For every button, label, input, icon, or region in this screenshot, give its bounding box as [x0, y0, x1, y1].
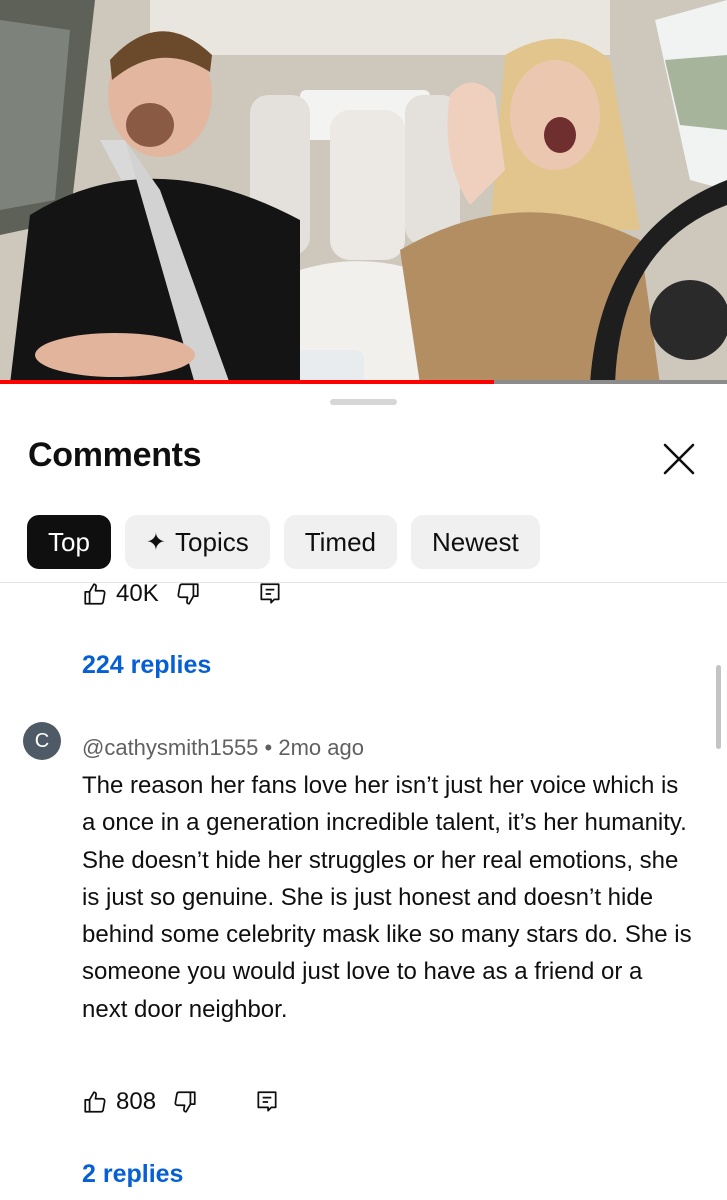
chip-top[interactable]: Top: [27, 515, 111, 569]
chip-topics[interactable]: ✦ Topics: [124, 515, 270, 569]
close-button[interactable]: [656, 436, 702, 482]
chip-newest-label: Newest: [432, 526, 519, 557]
comment-time: 2mo ago: [278, 735, 364, 760]
reply-icon[interactable]: [257, 583, 283, 607]
reply-icon[interactable]: [254, 1089, 280, 1115]
comments-sheet: Comments Top ✦ Topics Timed Newest 40K 2…: [0, 384, 727, 1200]
drag-handle[interactable]: [330, 399, 397, 405]
like-icon[interactable]: [82, 583, 108, 607]
comments-list[interactable]: 40K 224 replies C @cathysmith1555 • 2mo …: [0, 583, 727, 1200]
sort-chips: Top ✦ Topics Timed Newest: [27, 515, 540, 569]
meta-separator: •: [264, 735, 273, 760]
avatar[interactable]: C: [23, 722, 61, 760]
like-icon[interactable]: [82, 1089, 108, 1115]
comment-like-count: 808: [116, 1088, 157, 1115]
comment-replies-link[interactable]: 2 replies: [82, 1160, 183, 1189]
dislike-icon[interactable]: [175, 583, 201, 607]
comment-author[interactable]: @cathysmith1555: [82, 735, 258, 760]
previous-like-count: 40K: [116, 583, 159, 607]
chip-topics-label: Topics: [175, 526, 249, 557]
scrollbar[interactable]: [716, 665, 721, 749]
comments-title: Comments: [28, 436, 202, 474]
close-icon: [663, 443, 695, 475]
chip-newest[interactable]: Newest: [411, 515, 540, 569]
video-player[interactable]: [0, 0, 727, 384]
previous-comment-actions: 40K: [82, 583, 283, 608]
previous-replies-link[interactable]: 224 replies: [82, 651, 211, 680]
video-frame: [0, 0, 727, 384]
dislike-icon[interactable]: [172, 1089, 198, 1115]
chip-timed[interactable]: Timed: [283, 515, 398, 569]
comment-actions: 808: [82, 1088, 280, 1116]
comment-text: The reason her fans love her isn’t just …: [82, 772, 692, 1023]
comment-meta: @cathysmith1555 • 2mo ago: [82, 735, 364, 761]
chip-top-label: Top: [48, 526, 90, 557]
sparkle-icon: ✦: [145, 528, 167, 556]
chip-timed-label: Timed: [304, 526, 377, 557]
